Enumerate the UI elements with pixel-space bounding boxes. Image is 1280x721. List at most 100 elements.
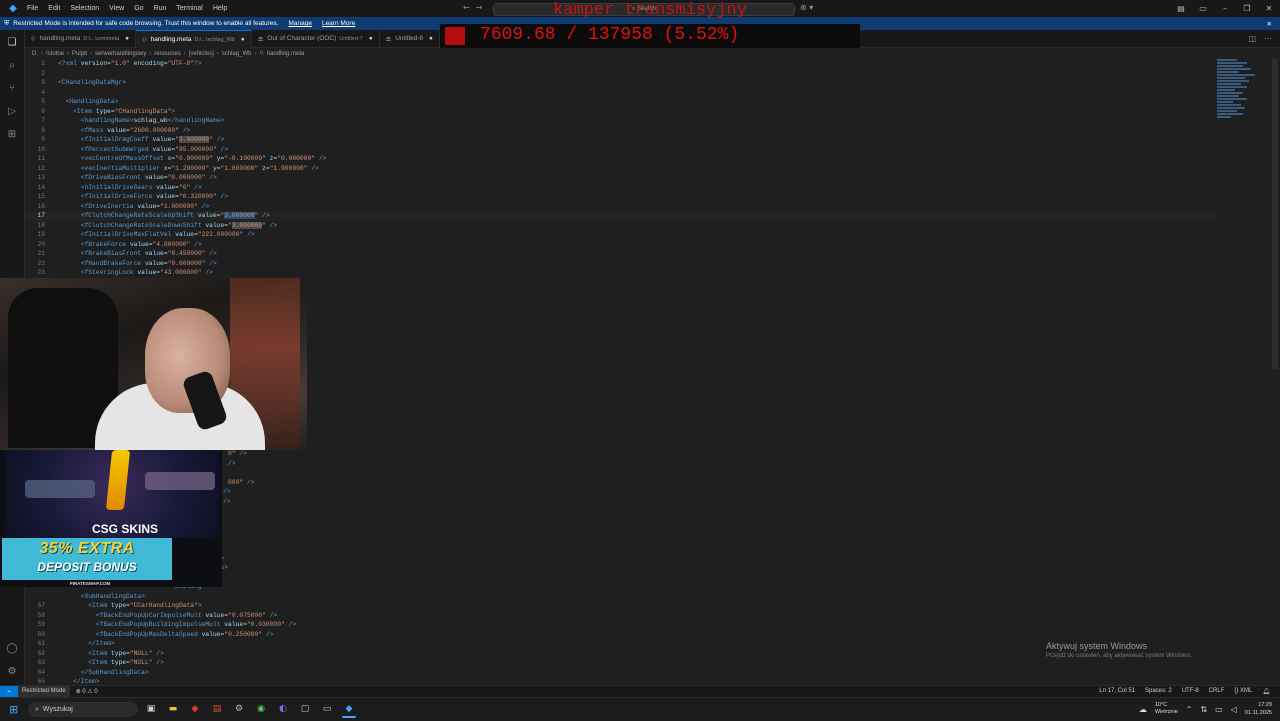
tab-path: D:\...\schlag_Wb [194, 36, 235, 43]
tab-handling-meta-1[interactable]: ⧼⧽ handling.meta D:\...\cemmeta ● [25, 30, 137, 47]
search-activity-icon[interactable]: ⌕ [5, 59, 19, 73]
discord-icon[interactable]: ◐ [276, 702, 290, 716]
knife-skin [105, 450, 131, 510]
tab-path: Untitled-7 [339, 35, 363, 42]
clock[interactable]: 17:29 01.11.2025 [1245, 701, 1272, 717]
breadcrumb-item[interactable]: [vehicles] [189, 51, 214, 57]
settings-gear-icon[interactable]: ⚙ [5, 665, 19, 679]
text-file-icon: ≡ [385, 34, 392, 43]
chrome-icon[interactable]: ◉ [254, 702, 268, 716]
vscode-logo-icon: ◆ [9, 2, 17, 14]
tab-path: D:\...\cemmeta [83, 35, 120, 42]
tab-ooc[interactable]: ≡ Out of Character (OOC) Untitled-7 ● [252, 30, 380, 47]
restore-icon[interactable]: ❐ [1236, 4, 1258, 13]
window-controls: ▤ ▭ – ❐ ✕ [1170, 0, 1280, 17]
ad-promo-line2: DEPOSIT BONUS [37, 560, 137, 574]
modified-dot-icon[interactable]: ● [429, 35, 433, 42]
learn-more-link[interactable]: Learn More [322, 20, 355, 27]
file-explorer-icon[interactable]: ▬ [166, 702, 180, 716]
minimize-icon[interactable]: – [1214, 4, 1236, 13]
task-view-icon[interactable]: ▣ [144, 702, 158, 716]
menu-file[interactable]: File [22, 0, 43, 17]
scrollbar-thumb[interactable] [1272, 59, 1278, 369]
code-line: 5 <HandlingData> [41, 98, 119, 105]
close-icon[interactable]: ✕ [1258, 4, 1280, 13]
code-line: 13 <fDriveBiasFront value="0.000000" /> [37, 174, 217, 181]
modified-dot-icon[interactable]: ● [125, 35, 129, 42]
breadcrumb-item[interactable]: !stotne [46, 51, 64, 57]
language-mode[interactable]: {} XML [1234, 688, 1252, 695]
app-icon[interactable]: ▤ [210, 702, 224, 716]
line-ending[interactable]: CRLF [1209, 688, 1225, 695]
breadcrumb-item[interactable]: handling.meta [267, 51, 305, 57]
banner-close-icon[interactable]: ✕ [1267, 20, 1272, 28]
code-line: 6 <Item type="CHandlingData"> [41, 107, 176, 115]
windows-start-icon[interactable]: ⊞ [9, 703, 18, 716]
code-line: 2 [41, 69, 45, 77]
banner-text: Restricted Mode is intended for safe cod… [13, 20, 279, 27]
weapon-skin-right [145, 472, 215, 490]
menu-terminal[interactable]: Terminal [171, 0, 207, 17]
menu-go[interactable]: Go [129, 0, 148, 17]
tab-untitled-6[interactable]: ≡ Untitled-6 ● [380, 30, 440, 47]
overlay-red-block [445, 27, 465, 45]
extensions-icon[interactable]: ⊞ [5, 128, 19, 142]
split-editor-icon[interactable]: ◫ [1248, 34, 1256, 43]
notifications-bell-icon[interactable]: 🔔︎ [1262, 688, 1270, 695]
code-line: 63 <Item type="NULL" /> [37, 659, 164, 666]
code-line: 11 <vecCentreOfMassOffset x="0.000000" y… [37, 155, 327, 162]
code-line: 7 <handlingName>schlag_wb</handlingName> [41, 117, 225, 124]
source-control-icon[interactable]: ⑂ [5, 82, 19, 96]
weather-icon: ☁ [1138, 704, 1147, 714]
vscode-taskbar-icon[interactable]: ◆ [342, 702, 356, 718]
layout-icon[interactable]: ▤ [1170, 4, 1192, 13]
activation-title: Aktywuj system Windows [1046, 641, 1148, 651]
webcam-feed [0, 278, 307, 450]
manage-link[interactable]: Manage [288, 20, 312, 27]
date: 01.11.2025 [1244, 710, 1272, 716]
weather[interactable]: 10°C Wietrznie [1155, 702, 1178, 716]
shield-icon: ⛨ [4, 19, 10, 27]
menu-run[interactable]: Run [149, 0, 172, 17]
settings-app-icon[interactable]: ⚙ [232, 702, 246, 716]
indentation[interactable]: Spaces: 2 [1145, 688, 1172, 695]
taskbar-search[interactable]: ⌕ Wyszukaj [28, 702, 138, 717]
encoding[interactable]: UTF-8 [1182, 688, 1199, 695]
menu-view[interactable]: View [104, 0, 129, 17]
modified-dot-icon[interactable]: ● [241, 36, 245, 43]
modified-dot-icon[interactable]: ● [369, 35, 373, 42]
battery-icon[interactable]: ▭ [1215, 705, 1223, 714]
app-icon[interactable]: ▢ [298, 702, 312, 716]
menu-selection[interactable]: Selection [65, 0, 104, 17]
terminal-icon[interactable]: ▭ [320, 702, 334, 716]
code-line: 57 <Item type="CCarHandlingData"> [37, 602, 202, 609]
ad-site: PIRATESWAP.COM [69, 581, 111, 586]
remote-icon[interactable]: ⌁ [0, 686, 18, 697]
breadcrumb-item[interactable]: schlag_Wb [222, 51, 252, 57]
run-debug-icon[interactable]: ▷ [5, 105, 19, 119]
more-actions-icon[interactable]: ⋯ [1264, 34, 1272, 43]
restricted-mode-status[interactable]: Restricted Mode [18, 686, 70, 697]
ad-brand: CSG SKINS [91, 522, 158, 536]
minimap[interactable] [1217, 59, 1267, 129]
tab-handling-meta-2[interactable]: ⧼⧽ handling.meta D:\...\schlag_Wb ● [136, 30, 252, 48]
volume-icon[interactable]: ◁ [1231, 705, 1237, 714]
code-line: 19 <fInitialDriveMaxFlatVel value="222.0… [37, 231, 255, 238]
explorer-icon[interactable]: ❏ [5, 36, 19, 50]
chevron-up-icon[interactable]: ⌃ [1186, 705, 1193, 714]
menu-edit[interactable]: Edit [43, 0, 65, 17]
brave-browser-icon[interactable]: ◆ [188, 702, 202, 716]
account-icon[interactable]: ◯ [5, 642, 19, 656]
breadcrumb-item[interactable]: D: [32, 51, 38, 57]
cursor-position[interactable]: Ln 17, Col 51 [1099, 688, 1135, 695]
menu-help[interactable]: Help [208, 0, 232, 17]
problems-status[interactable]: ⊗ 0 ⚠ 0 [76, 688, 98, 695]
breadcrumb-item[interactable]: resources [154, 51, 180, 57]
breadcrumb-item[interactable]: Pulpit [72, 51, 87, 57]
breadcrumb-item[interactable]: serwerhandlingowy [95, 51, 146, 57]
panel-toggle-icon[interactable]: ▭ [1192, 4, 1214, 13]
vertical-scrollbar[interactable] [1270, 59, 1280, 685]
network-icon[interactable]: ⇅ [1200, 705, 1207, 714]
weather-desc: Wietrznie [1154, 709, 1178, 715]
weapon-skin-left [25, 480, 95, 498]
